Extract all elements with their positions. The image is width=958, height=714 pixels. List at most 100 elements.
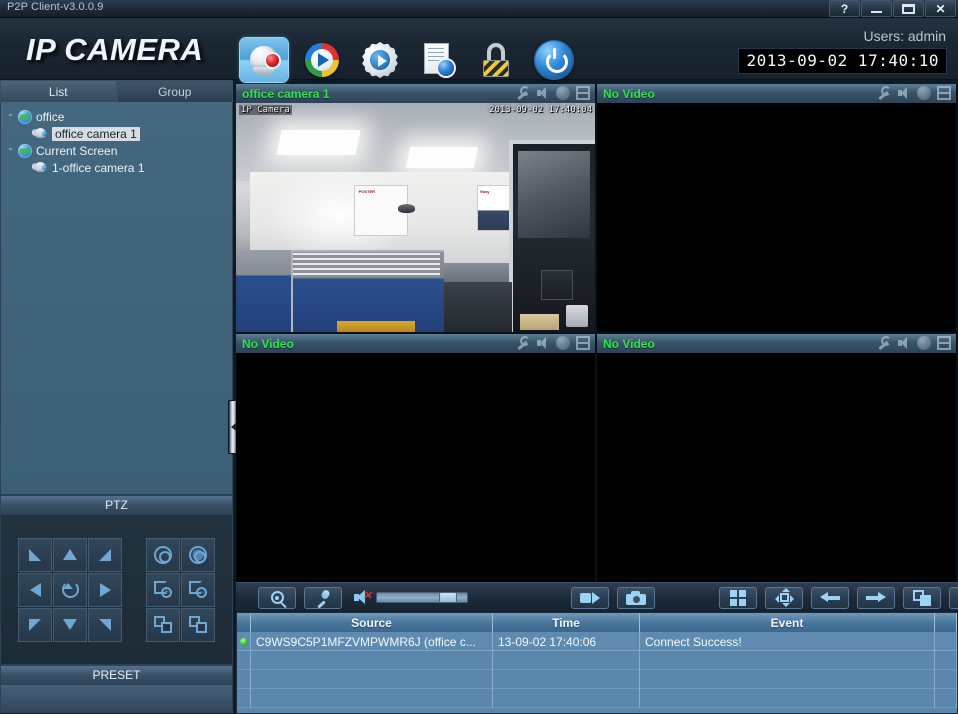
tab-group[interactable]: Group bbox=[116, 80, 233, 102]
record-icon[interactable] bbox=[917, 336, 931, 350]
ptz-right-button[interactable] bbox=[88, 572, 122, 607]
minimize-button[interactable] bbox=[861, 0, 892, 17]
settings-button[interactable] bbox=[356, 38, 404, 82]
split-view-icon[interactable] bbox=[937, 336, 951, 350]
video-panel-header: No Video bbox=[236, 334, 595, 353]
volume-slider[interactable] bbox=[376, 592, 468, 603]
maximize-button[interactable] bbox=[893, 0, 924, 17]
tree-item-1-office-camera-1[interactable]: 1-office camera 1 bbox=[5, 159, 228, 176]
arrow-right-icon bbox=[866, 592, 886, 603]
row-time: 13-09-02 17:40:06 bbox=[493, 632, 640, 651]
power-button[interactable] bbox=[530, 38, 578, 82]
expand-button[interactable]: ⌄⌄ bbox=[949, 586, 958, 609]
ptz-down-right-button[interactable] bbox=[88, 607, 122, 642]
layout-controls: ⌄⌄ bbox=[711, 586, 958, 609]
sidebar-tabs: List Group bbox=[0, 80, 233, 102]
record-arrow-icon bbox=[580, 591, 600, 604]
fullscreen-button[interactable] bbox=[765, 586, 803, 609]
search-icon bbox=[270, 591, 284, 604]
globe-icon bbox=[18, 109, 32, 124]
close-button[interactable]: ✕ bbox=[925, 0, 956, 17]
tree-item-office[interactable]: - office bbox=[5, 108, 228, 125]
ptz-up-left-button[interactable] bbox=[18, 537, 52, 572]
column-header-event[interactable]: Event bbox=[640, 613, 935, 632]
snapshot-button[interactable] bbox=[617, 586, 655, 609]
record-icon[interactable] bbox=[556, 336, 570, 350]
column-header-status[interactable] bbox=[237, 613, 251, 632]
status-online-icon bbox=[239, 637, 248, 646]
volume-slider-thumb[interactable] bbox=[439, 592, 457, 603]
ptz-left-button[interactable] bbox=[18, 572, 52, 607]
video-panel-3[interactable]: No Video bbox=[236, 334, 595, 582]
speaker-icon[interactable] bbox=[536, 86, 550, 100]
split-4-button[interactable] bbox=[719, 586, 757, 609]
video-panel-1[interactable]: office camera 1 POSTER Easy IP Camera 20… bbox=[236, 84, 595, 332]
auto-cycle-button[interactable] bbox=[903, 586, 941, 609]
split-view-icon[interactable] bbox=[576, 86, 590, 100]
sidebar: List Group - office office camera 1 - Cu… bbox=[0, 80, 233, 714]
speaker-icon[interactable] bbox=[897, 336, 911, 350]
record-icon[interactable] bbox=[917, 86, 931, 100]
zoom-in-button[interactable]: + bbox=[146, 572, 180, 607]
video-panel-title: No Video bbox=[242, 336, 294, 351]
table-row[interactable]: C9WS9C5P1MFZVMPWMR6J (office c... 13-09-… bbox=[237, 632, 957, 651]
expander-icon[interactable]: - bbox=[5, 144, 16, 156]
event-log-table: Source Time Event C9WS9C5P1MFZVMPWMR6J (… bbox=[236, 612, 958, 714]
record-icon[interactable] bbox=[556, 86, 570, 100]
arrow-down-left-icon bbox=[29, 618, 41, 631]
wrench-icon[interactable] bbox=[877, 336, 891, 350]
video-stream[interactable] bbox=[597, 353, 956, 582]
record-button[interactable] bbox=[571, 586, 609, 609]
expander-icon[interactable]: - bbox=[5, 110, 16, 122]
arrow-left-icon bbox=[29, 582, 41, 597]
wrench-icon[interactable] bbox=[877, 86, 891, 100]
iris-close-button[interactable] bbox=[181, 537, 215, 572]
ptz-up-right-button[interactable] bbox=[88, 537, 122, 572]
help-button[interactable]: ? bbox=[829, 0, 860, 17]
device-tree[interactable]: - office office camera 1 - Current Scree… bbox=[0, 102, 233, 495]
iris-open-button[interactable] bbox=[146, 537, 180, 572]
video-stream[interactable] bbox=[597, 103, 956, 332]
tree-item-office-camera-1[interactable]: office camera 1 bbox=[5, 125, 228, 142]
focus-near-button[interactable] bbox=[146, 607, 180, 642]
speaker-icon[interactable] bbox=[536, 336, 550, 350]
preset-panel[interactable] bbox=[0, 685, 233, 713]
log-button[interactable] bbox=[414, 38, 462, 82]
arrow-right-icon bbox=[99, 582, 111, 597]
focus-far-button[interactable] bbox=[181, 607, 215, 642]
video-stream[interactable]: POSTER Easy IP Camera 2013-09-02 17:40:0… bbox=[236, 103, 595, 332]
volume-control[interactable]: ✕ bbox=[354, 590, 468, 605]
globe-icon bbox=[18, 143, 32, 158]
ptz-up-button[interactable] bbox=[53, 537, 87, 572]
tab-list[interactable]: List bbox=[0, 80, 117, 102]
previous-button[interactable] bbox=[811, 586, 849, 609]
app-logo: IP CAMERA bbox=[26, 32, 204, 67]
speaker-muted-icon[interactable]: ✕ bbox=[354, 590, 372, 605]
wrench-icon[interactable] bbox=[516, 336, 530, 350]
tree-item-current-screen[interactable]: - Current Screen bbox=[5, 142, 228, 159]
next-button[interactable] bbox=[857, 586, 895, 609]
split-view-icon[interactable] bbox=[576, 336, 590, 350]
zoom-out-button[interactable]: − bbox=[181, 572, 215, 607]
camera-icon bbox=[32, 161, 48, 174]
split-view-icon[interactable] bbox=[937, 86, 951, 100]
tree-item-label: office bbox=[36, 109, 65, 124]
column-header-time[interactable]: Time bbox=[493, 613, 640, 632]
playback-button[interactable] bbox=[298, 38, 346, 82]
zoom-out-icon: − bbox=[189, 581, 207, 598]
search-button[interactable] bbox=[258, 586, 296, 609]
column-header-source[interactable]: Source bbox=[251, 613, 493, 632]
live-view-button[interactable] bbox=[240, 38, 288, 82]
lock-button[interactable] bbox=[472, 38, 520, 82]
ptz-down-button[interactable] bbox=[53, 607, 87, 642]
video-stream[interactable] bbox=[236, 353, 595, 582]
video-panel-2[interactable]: No Video bbox=[597, 84, 956, 332]
talk-button[interactable] bbox=[304, 586, 342, 609]
ptz-auto-rotate-button[interactable] bbox=[53, 572, 87, 607]
wrench-icon[interactable] bbox=[516, 86, 530, 100]
arrow-up-left-icon bbox=[29, 548, 41, 561]
speaker-icon[interactable] bbox=[897, 86, 911, 100]
ptz-down-left-button[interactable] bbox=[18, 607, 52, 642]
column-header-extra[interactable] bbox=[935, 613, 957, 632]
video-panel-4[interactable]: No Video bbox=[597, 334, 956, 582]
